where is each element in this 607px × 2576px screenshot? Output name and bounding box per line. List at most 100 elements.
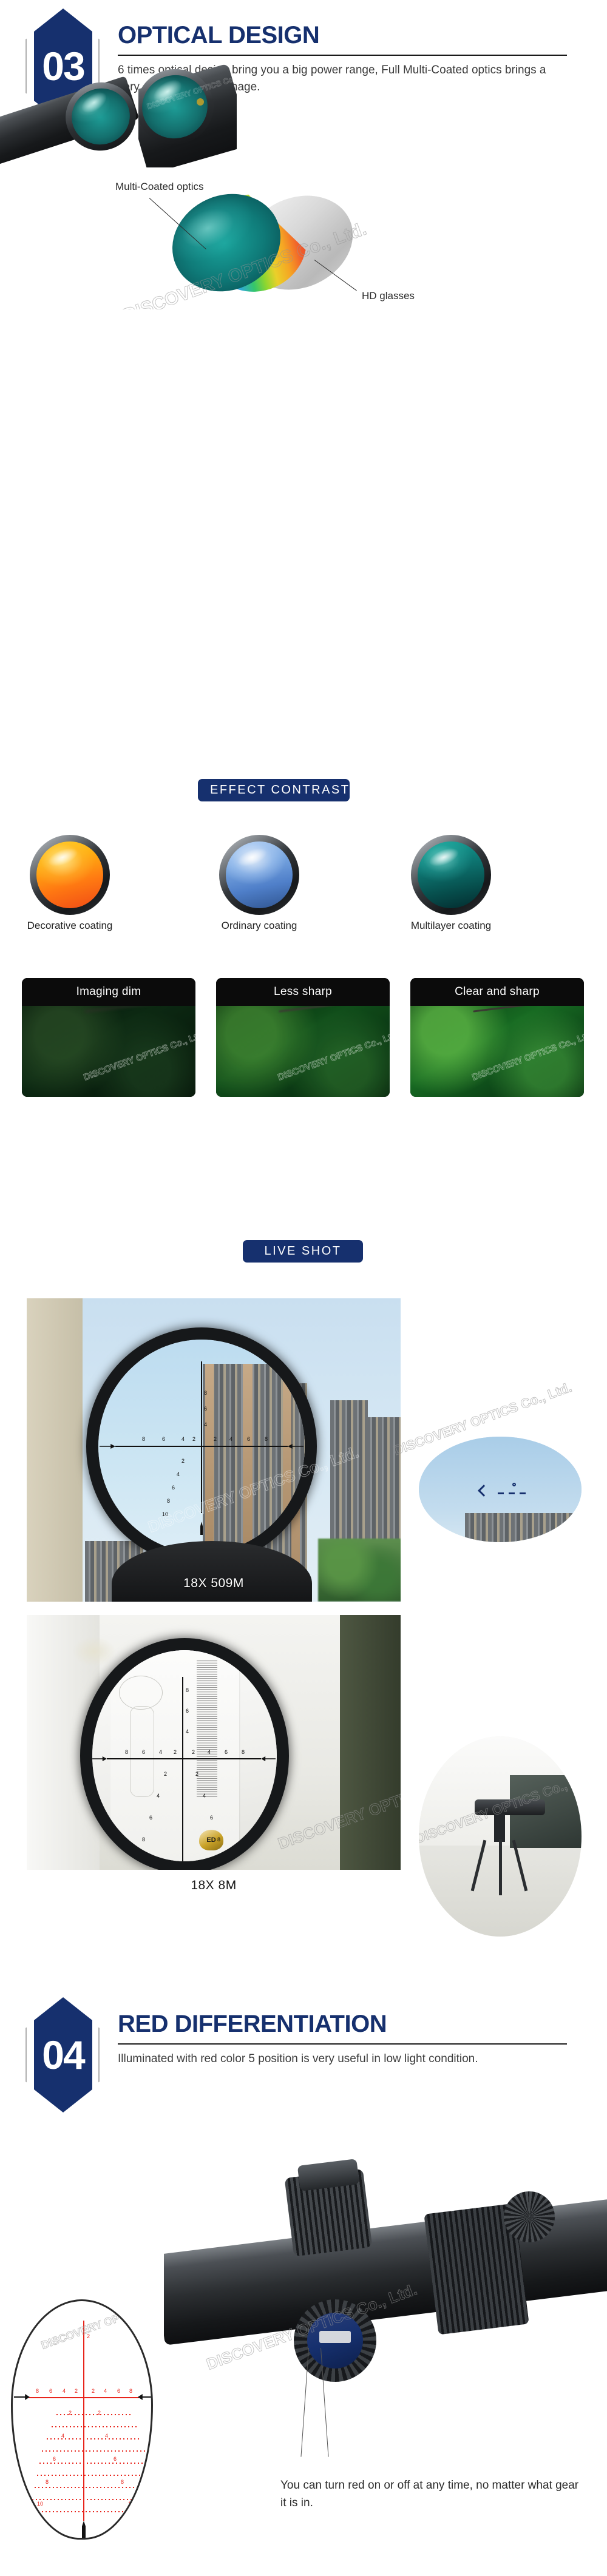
reticle-tick: 8	[265, 1436, 268, 1442]
reticle-tick: 6	[162, 1436, 166, 1442]
live-shot-caption: 18X 509M	[183, 1576, 244, 1590]
reticle-tick: 6	[142, 1749, 146, 1755]
reticle-tick: 4	[159, 1749, 163, 1755]
section-number: 04	[42, 2032, 85, 2077]
reticle-tick: 8	[142, 1836, 146, 1843]
foliage-background	[410, 1006, 584, 1097]
coating-label: Multilayer coating	[410, 920, 492, 931]
effect-contrast-banner: EFFECT CONTRAST	[198, 779, 350, 801]
coating-lens-multilayer	[411, 835, 491, 915]
reticle-tick: 10	[128, 2501, 135, 2507]
reticle-tick: 8	[242, 1749, 245, 1755]
live-shot-inset-building	[419, 1437, 582, 1542]
bird-photo-dim: DISCOVERY OPTICS Co., Ltd.	[22, 1006, 195, 1097]
bird-card-caption: Imaging dim	[22, 978, 195, 1006]
foliage	[318, 1539, 401, 1602]
bird-card-dim: Imaging dim DISCOVERY OPTICS Co., Ltd.	[22, 978, 195, 1097]
coating-column-decorative: Decorative coating	[24, 835, 115, 932]
section-title: OPTICAL DESIGN	[118, 22, 320, 49]
reticle-tick: 6	[225, 1749, 228, 1755]
reticle-tick: 2	[192, 1749, 195, 1755]
reticle-tick: 4	[157, 1793, 160, 1799]
scope-photo-left	[0, 67, 146, 164]
lens-face-blue	[226, 841, 293, 908]
reticle-tick: 6	[210, 1815, 214, 1821]
reticle-tick: 8	[129, 2388, 133, 2394]
scope-view-circle: ED 8 6 4 2 2 4 6 8 8 6 4 2 2 4 4 6 6 8 8…	[92, 1650, 277, 1861]
turret-photo: DISCOVERY OPTICS Co., Ltd.	[164, 2117, 607, 2409]
section-body-text: Illuminated with red color 5 position is…	[118, 2052, 478, 2065]
reticle-tick: 2	[214, 1436, 217, 1442]
reticle-tick: 4	[204, 1421, 208, 1428]
reticle-tick: 4	[208, 1749, 211, 1755]
bird-card-caption: Less sharp	[216, 978, 390, 1006]
foliage-background	[216, 1006, 390, 1097]
live-shot-inset-tripod: DISCOVERY OPTICS Co., Ltd.	[419, 1736, 582, 1937]
reticle-tick: 8	[204, 1390, 208, 1396]
lens-face-teal	[418, 841, 484, 908]
callout-label-multicoated: Multi-Coated optics	[115, 182, 204, 192]
reticle-tick: 6	[247, 1436, 251, 1442]
coating-lens-ordinary	[219, 835, 299, 915]
building-column	[283, 1364, 291, 1553]
building-column	[243, 1364, 253, 1553]
reticle-tick: 8	[125, 1749, 129, 1755]
reticle-tick: 8	[121, 2479, 124, 2485]
reticle-tick: 2	[192, 1436, 196, 1442]
reticle-tick: 2	[174, 1749, 177, 1755]
title-divider	[118, 55, 567, 56]
section-number-badge-04: 04	[8, 1994, 118, 2115]
scope-photo-right: DISCOVERY OPTICS Co., Ltd.	[138, 58, 237, 167]
reticle-tick: 8	[217, 1836, 221, 1843]
live-shot-caption: 18X 8M	[191, 1878, 237, 1892]
reticle-tick: 2	[87, 2333, 90, 2339]
reticle-tick: 6	[186, 1708, 189, 1714]
reticle-tick: 10	[222, 1853, 229, 1860]
coating-label: Ordinary coating	[221, 920, 297, 931]
reticle-tick: 6	[53, 2456, 56, 2462]
reticle-tick: 2	[164, 1771, 168, 1777]
red-reticle-diagram: 8 6 4 2 2 4 6 8 2 2 2 4 4 6 6 8 8 10 10	[11, 2299, 153, 2540]
reticle-tick: 6	[149, 1815, 153, 1821]
reticle-tick: 6	[204, 1406, 208, 1412]
live-shot-scene-building: 8 6 4 2 2 4 6 8 8 6 4 2 4 6 8 10 D	[27, 1298, 401, 1602]
reticle-tick: 8	[167, 1498, 171, 1504]
watermark-red-reticle: DISCOVERY OPTICS Co., Ltd.	[39, 2299, 153, 2352]
reticle-tick: 4	[229, 1436, 233, 1442]
reticle-tick: 6	[172, 1485, 175, 1491]
scope-view-circle: 8 6 4 2 2 4 6 8 8 6 4 2 4 6 8 10	[98, 1340, 305, 1553]
inset-building	[465, 1513, 582, 1542]
reticle-tick: 4	[177, 1471, 180, 1477]
lens-glint	[426, 845, 461, 871]
section-title: RED DIFFERENTIATION	[118, 2011, 387, 2037]
live-shot-scene-indoor: ED 8 6 4 2 2 4 6 8 8 6 4 2 2 4 4 6 6 8 8…	[27, 1615, 401, 1870]
reticle-tick: 2	[92, 2388, 95, 2394]
bird-photo-less-sharp: DISCOVERY OPTICS Co., Ltd.	[216, 1006, 390, 1097]
bird-card-less-sharp: Less sharp DISCOVERY OPTICS Co., Ltd.	[216, 978, 390, 1097]
reticle-tick: 4	[181, 1436, 185, 1442]
reticle-tick: 6	[49, 2388, 53, 2394]
bird-photo-clear-sharp: DISCOVERY OPTICS Co., Ltd.	[410, 1006, 584, 1097]
reticle-tick: 4	[186, 1728, 189, 1735]
lens-glint	[45, 845, 80, 871]
coating-column-ordinary: Ordinary coating	[214, 835, 305, 932]
reticle-tick: 2	[75, 2388, 78, 2394]
reticle-tick: 4	[203, 1793, 206, 1799]
reticle-tick: 8	[186, 1687, 189, 1693]
live-shot-banner: LIVE SHOT	[243, 1240, 363, 1263]
product-detail-page: 03 OPTICAL DESIGN 6 times optical design…	[0, 0, 607, 2576]
bird-card-clear-sharp: Clear and sharp DISCOVERY OPTICS Co., Lt…	[410, 978, 584, 1097]
reticle-tick: 6	[117, 2388, 121, 2394]
reticle-tick: 8	[46, 2479, 49, 2485]
coating-lens-decorative	[30, 835, 110, 915]
coating-label: Decorative coating	[27, 920, 113, 931]
lens-glint	[234, 845, 269, 871]
callout-label-hdglasses: HD glasses	[362, 290, 415, 302]
reticle-tick: 10	[162, 1511, 169, 1517]
lens-face-orange	[36, 841, 103, 908]
reticle-tick: 4	[63, 2388, 66, 2394]
reticle-tick: 2	[181, 1458, 185, 1464]
reticle-tick: 6	[114, 2456, 117, 2462]
lens-cutaway-diagram: Multi-Coated optics HD glasses DISCOVERY…	[85, 182, 522, 309]
reticle-tick: 10	[135, 1853, 141, 1860]
